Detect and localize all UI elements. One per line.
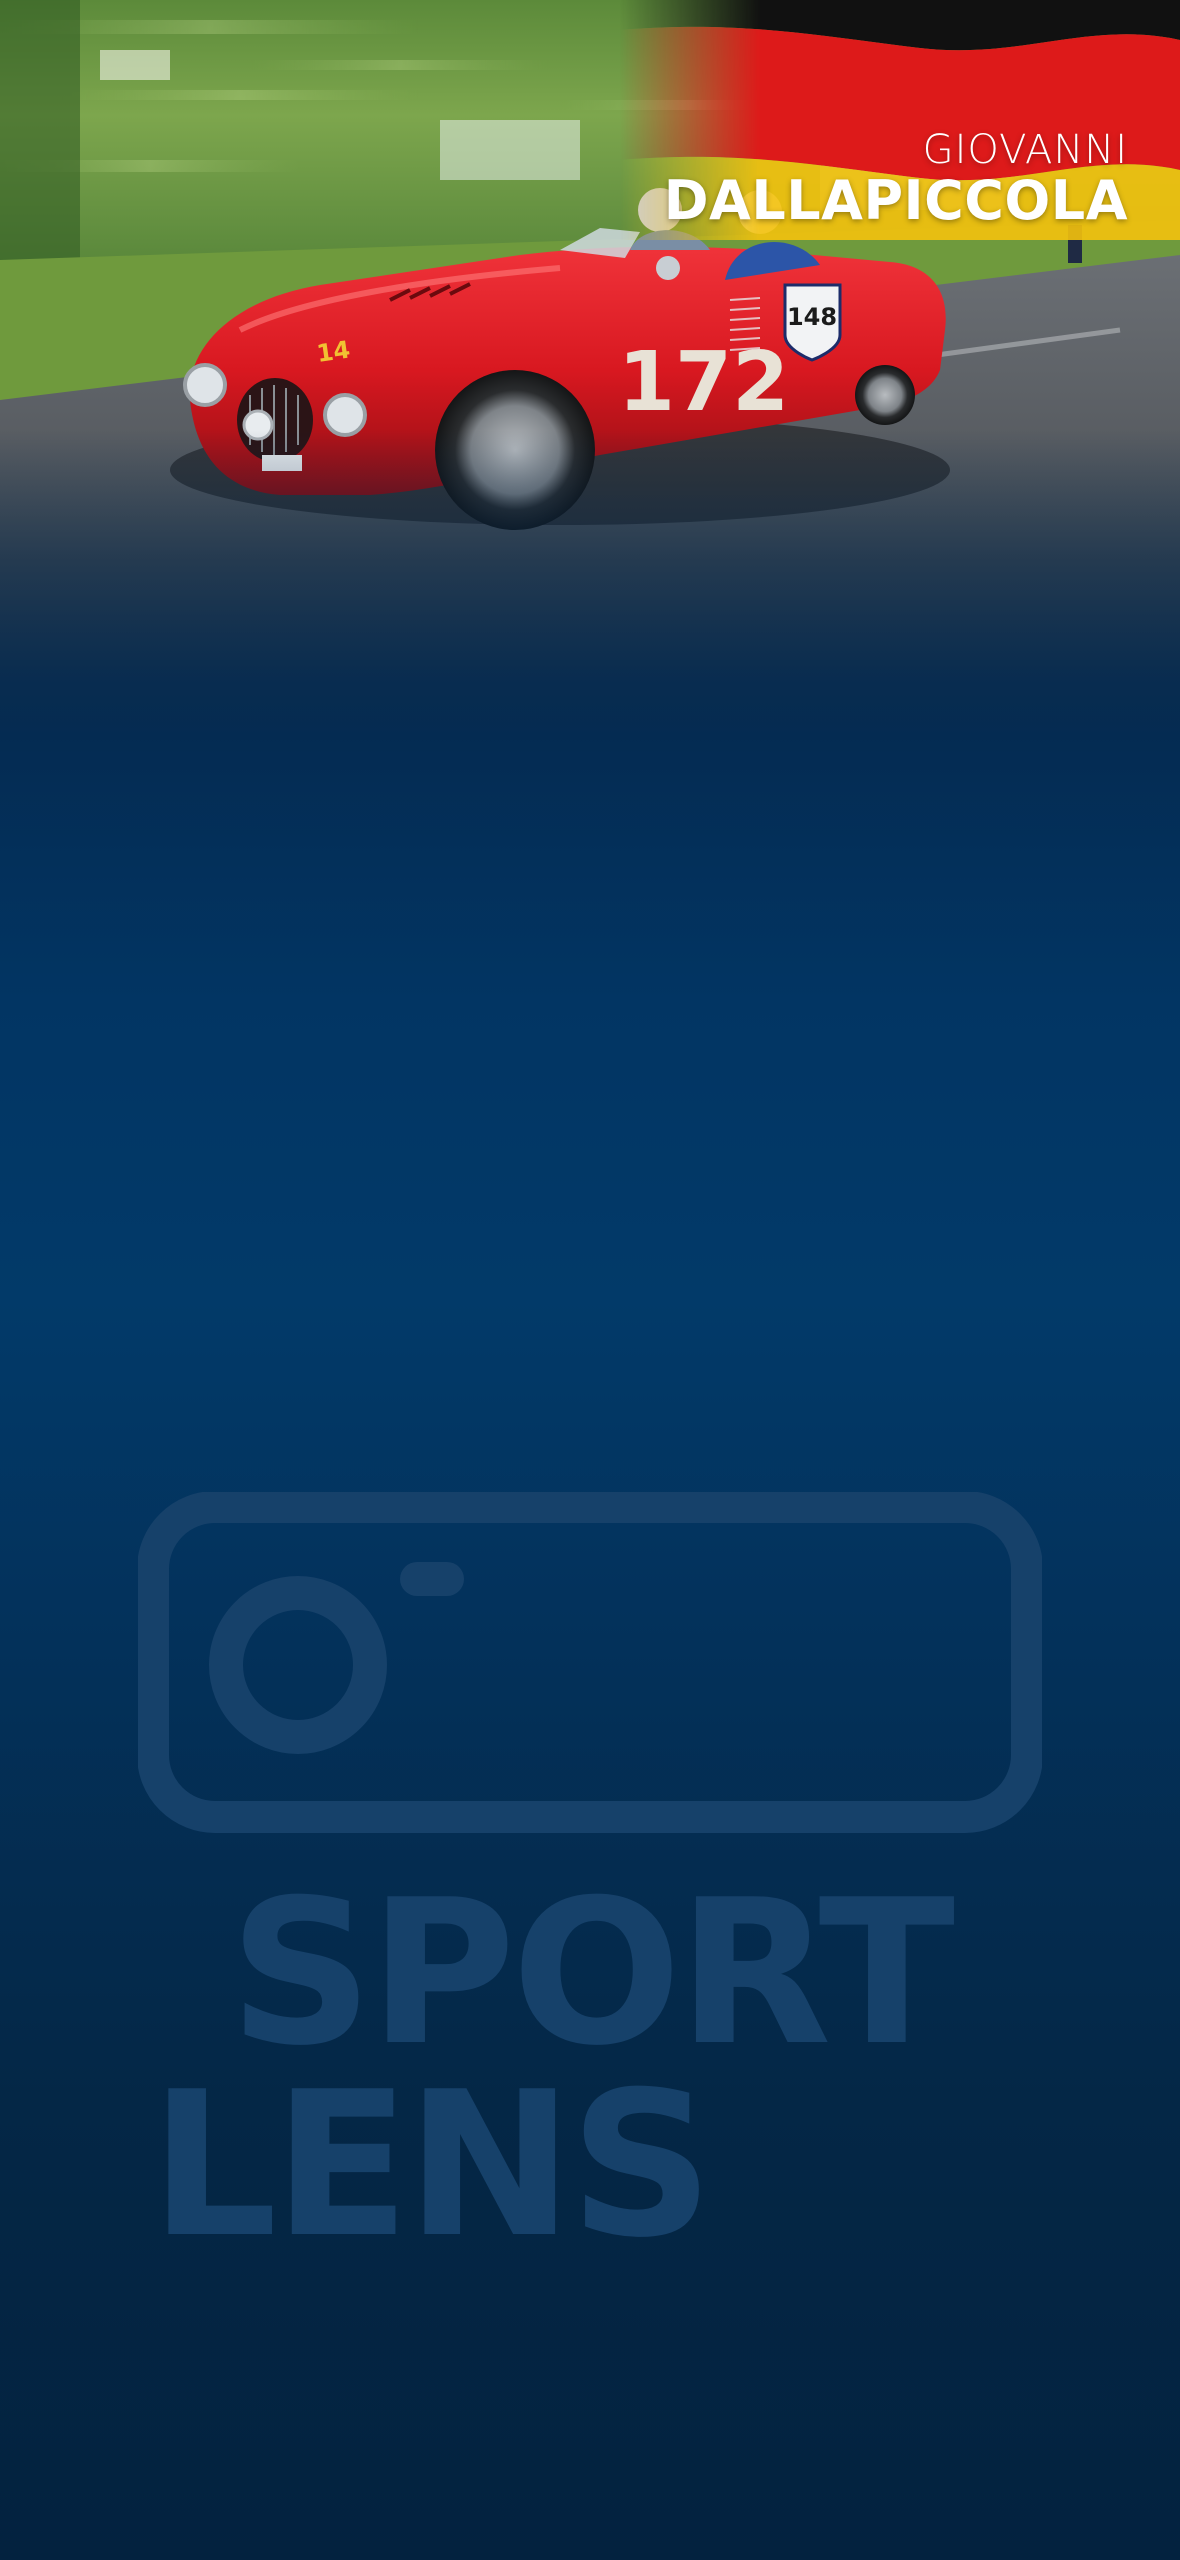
camera-icon bbox=[138, 1492, 1042, 1833]
player-name: GIOVANNI DALLAPICCOLA bbox=[664, 128, 1128, 230]
hero-gradient-overlay bbox=[0, 0, 1180, 740]
player-first-name: GIOVANNI bbox=[922, 127, 1128, 173]
hero-photo: 172 14 148 bbox=[0, 0, 1180, 740]
sportlens-logo: SPORT LENS bbox=[138, 1492, 1042, 2244]
player-last-name: DALLAPICCOLA bbox=[663, 169, 1128, 232]
logo-text-lens: LENS bbox=[150, 2049, 710, 2244]
